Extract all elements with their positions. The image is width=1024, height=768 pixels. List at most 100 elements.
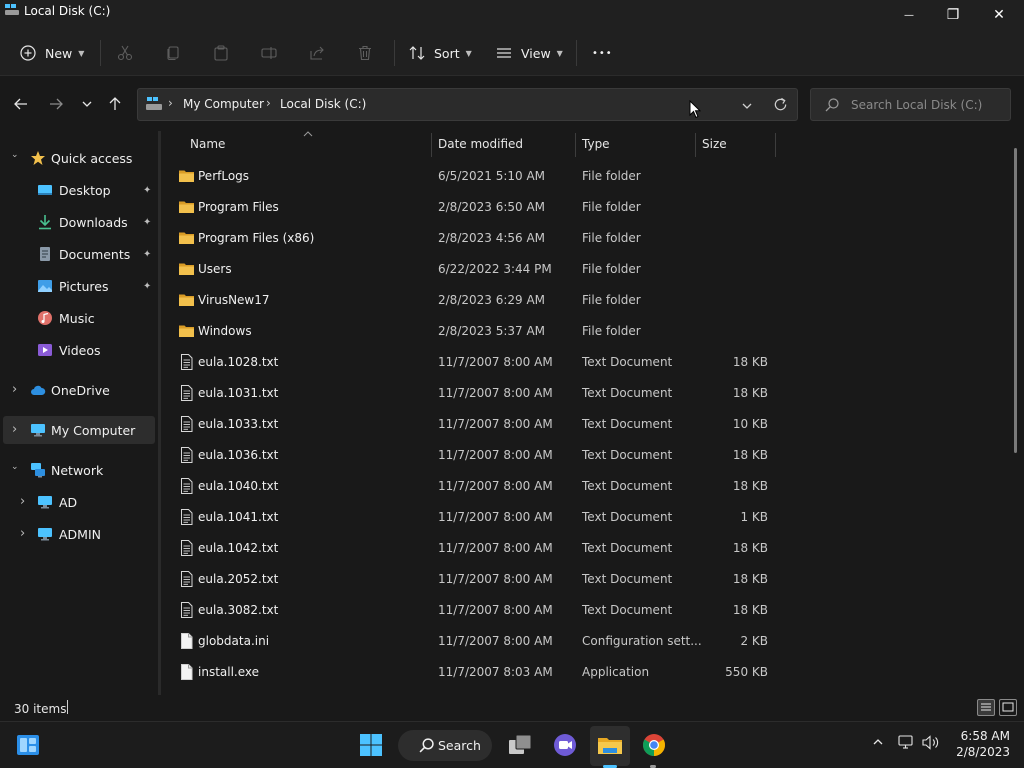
up-button[interactable] (104, 93, 126, 115)
column-divider[interactable] (431, 133, 432, 157)
vertical-scrollbar[interactable] (1014, 148, 1017, 453)
table-row[interactable]: VirusNew17 2/8/2023 6:29 AM File folder (161, 285, 781, 316)
table-row[interactable]: eula.2052.txt 11/7/2007 8:00 AM Text Docum… (161, 564, 781, 595)
sidebar-item-desktop[interactable]: Desktop ✦ (3, 176, 155, 204)
sidebar-item-videos[interactable]: Videos (3, 336, 155, 364)
refresh-icon[interactable] (773, 97, 788, 112)
paste-button[interactable] (213, 38, 229, 68)
table-row[interactable]: install.exe 11/7/2007 8:03 AM Application 5… (161, 657, 781, 688)
task-view-button[interactable] (508, 732, 534, 758)
sidebar-item-pictures[interactable]: Pictures ✦ (3, 272, 155, 300)
teams-chat-button[interactable] (552, 732, 578, 758)
file-name: eula.1036.txt (198, 448, 279, 462)
file-type: Text Document (582, 603, 673, 617)
search-box[interactable]: Search Local Disk (C:) (810, 88, 1011, 121)
sidebar-item-music[interactable]: Music (3, 304, 155, 332)
file-name: Program Files (198, 200, 279, 214)
volume-button[interactable] (922, 735, 940, 754)
file-date-modified: 11/7/2007 8:00 AM (438, 541, 553, 555)
toolbar-divider (394, 40, 395, 66)
file-date-modified: 11/7/2007 8:00 AM (438, 355, 553, 369)
file-type: Text Document (582, 448, 673, 462)
delete-button[interactable] (357, 38, 373, 68)
show-hidden-icons-button[interactable] (872, 736, 884, 752)
column-header-date[interactable]: Date modified (438, 137, 523, 159)
table-row[interactable]: eula.1033.txt 11/7/2007 8:00 AM Text Docum… (161, 409, 781, 440)
title-bar: Local Disk (C:) — ❐ ✕ (0, 0, 1024, 30)
file-name: eula.2052.txt (198, 572, 279, 586)
column-header-name[interactable]: Name (190, 137, 225, 159)
table-row[interactable]: eula.1040.txt 11/7/2007 8:00 AM Text Docum… (161, 471, 781, 502)
cut-button[interactable] (117, 38, 133, 68)
table-row[interactable]: eula.1036.txt 11/7/2007 8:00 AM Text Docum… (161, 440, 781, 471)
details-view-button[interactable] (977, 699, 995, 716)
tiles-view-button[interactable] (999, 699, 1017, 716)
file-type: Text Document (582, 572, 673, 586)
back-button[interactable] (10, 93, 32, 115)
chrome-taskbar-button[interactable] (641, 732, 667, 758)
column-divider[interactable] (695, 133, 696, 157)
chevron-right-icon[interactable]: › (12, 382, 17, 397)
system-clock[interactable]: 6:58 AM 2/8/2023 (948, 728, 1010, 760)
sidebar-item-quick-access[interactable]: ⌄ Quick access (3, 144, 155, 172)
restore-button[interactable]: ❐ (930, 0, 976, 30)
table-row[interactable]: eula.1031.txt 11/7/2007 8:00 AM Text Docum… (161, 378, 781, 409)
taskbar-search-button[interactable]: Search (398, 730, 492, 761)
file-size: 2 KB (740, 634, 768, 648)
table-row[interactable]: Program Files (x86) 2/8/2023 4:56 AM File … (161, 223, 781, 254)
close-button[interactable]: ✕ (976, 0, 1022, 30)
table-row[interactable]: Users 6/22/2022 3:44 PM File folder (161, 254, 781, 285)
table-row[interactable]: Program Files 2/8/2023 6:50 AM File folder (161, 192, 781, 223)
sidebar-item-admin[interactable]: › ADMIN (3, 520, 155, 548)
column-divider[interactable] (575, 133, 576, 157)
network-status-button[interactable] (898, 735, 915, 754)
file-date-modified: 11/7/2007 8:00 AM (438, 417, 553, 431)
column-header-type[interactable]: Type (582, 137, 610, 159)
chevron-right-icon[interactable]: › (20, 526, 25, 541)
sidebar-item-my-computer[interactable]: › My Computer (3, 416, 155, 444)
share-button[interactable] (309, 38, 325, 68)
table-row[interactable]: eula.1041.txt 11/7/2007 8:00 AM Text Docum… (161, 502, 781, 533)
file-type: File folder (582, 169, 641, 183)
table-row[interactable]: PerfLogs 6/5/2021 5:10 AM File folder (161, 161, 781, 192)
sidebar-item-onedrive[interactable]: › OneDrive (3, 376, 155, 404)
minimize-button[interactable]: — (886, 0, 932, 30)
plus-circle-icon (20, 45, 36, 61)
sidebar-item-network[interactable]: ⌄ Network (3, 456, 155, 484)
chevron-down-icon[interactable]: ⌄ (11, 150, 19, 160)
address-dropdown-icon[interactable] (741, 100, 753, 112)
network-status-icon (898, 735, 913, 749)
start-button[interactable] (358, 732, 384, 758)
breadcrumb-my-computer[interactable]: My Computer (183, 97, 264, 111)
table-row[interactable]: globdata.ini 11/7/2007 8:00 AM Configurati… (161, 626, 781, 657)
file-name: Program Files (x86) (198, 231, 315, 245)
table-row[interactable]: Windows 2/8/2023 5:37 AM File folder (161, 316, 781, 347)
sort-button[interactable]: Sort ▼ (408, 38, 472, 68)
chevron-down-icon (82, 101, 92, 107)
view-button[interactable]: View ▼ (496, 38, 563, 68)
column-header-size[interactable]: Size (702, 137, 727, 159)
sidebar-item-ad[interactable]: › AD (3, 488, 155, 516)
file-date-modified: 6/22/2022 3:44 PM (438, 262, 552, 276)
table-row[interactable]: eula.1042.txt 11/7/2007 8:00 AM Text Docum… (161, 533, 781, 564)
chevron-right-icon[interactable]: › (20, 494, 25, 509)
file-explorer-taskbar-button[interactable] (597, 732, 623, 758)
sidebar-item-documents[interactable]: Documents ✦ (3, 240, 155, 268)
new-button[interactable]: New ▼ (20, 38, 84, 68)
widgets-button[interactable] (15, 732, 41, 758)
text-file-icon (181, 571, 193, 587)
table-row[interactable]: eula.3082.txt 11/7/2007 8:00 AM Text Docum… (161, 595, 781, 626)
column-divider[interactable] (775, 133, 776, 157)
chevron-right-icon[interactable]: › (12, 422, 17, 437)
more-options-button[interactable]: ••• (592, 38, 613, 68)
file-type: Text Document (582, 510, 673, 524)
breadcrumb-local-disk[interactable]: Local Disk (C:) (280, 97, 366, 111)
rename-button[interactable] (261, 38, 277, 68)
recent-locations-button[interactable] (76, 93, 98, 115)
chevron-up-icon (873, 739, 883, 745)
chevron-down-icon[interactable]: ⌄ (11, 462, 19, 472)
sidebar-item-downloads[interactable]: Downloads ✦ (3, 208, 155, 236)
forward-button[interactable] (45, 93, 67, 115)
table-row[interactable]: eula.1028.txt 11/7/2007 8:00 AM Text Docum… (161, 347, 781, 378)
copy-button[interactable] (165, 38, 181, 68)
